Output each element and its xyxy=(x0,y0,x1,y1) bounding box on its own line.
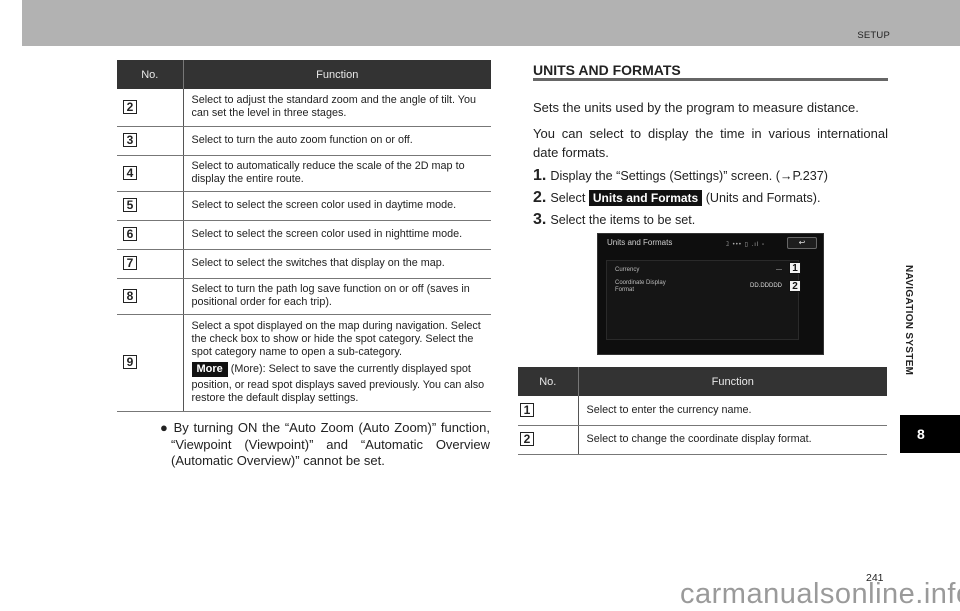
coordinate-format-value[interactable]: DD.DDDDD xyxy=(750,283,782,289)
function-text: Select to turn the path log save functio… xyxy=(183,278,491,315)
item-number: 4 xyxy=(123,165,137,180)
item-number: 1 xyxy=(520,402,534,417)
function-text: Select to select the screen color used i… xyxy=(183,220,491,250)
chapter-title-vertical: NAVIGATION SYSTEM xyxy=(898,265,918,405)
screen-title: Units and Formats xyxy=(607,238,673,247)
section-divider xyxy=(533,78,888,81)
table-row: 3 Select to turn the auto zoom function … xyxy=(117,126,491,156)
back-icon[interactable]: ↩ xyxy=(787,237,817,249)
table-row: 9 Select a spot displayed on the map dur… xyxy=(117,314,491,412)
header-function: Function xyxy=(183,60,491,89)
currency-label[interactable]: Currency xyxy=(615,267,639,274)
item-number: 6 xyxy=(123,227,137,241)
callout-2: 2 xyxy=(789,280,801,292)
header-bar: SETUP xyxy=(22,0,960,46)
function-table-right: No. Function 1 Select to enter the curre… xyxy=(518,367,887,455)
step-text: Display the “Settings (Settings)” screen… xyxy=(550,169,828,183)
step-2: 2. Select Units and Formats (Units and Fo… xyxy=(533,189,821,207)
currency-value[interactable]: --- xyxy=(776,267,782,273)
status-icons: ﾕ ••• ▯ .ıl ▫ xyxy=(726,242,766,248)
function-text: (More): Select to save the currently dis… xyxy=(191,363,485,404)
step-3: 3. Select the items to be set. xyxy=(533,211,695,229)
item-number: 5 xyxy=(123,198,137,212)
item-number: 7 xyxy=(123,256,137,270)
function-text: Select to change the coordinate display … xyxy=(578,425,887,455)
chapter-title: NAVIGATION SYSTEM xyxy=(903,265,914,376)
step-number: 1. xyxy=(533,167,547,184)
item-number: 3 xyxy=(123,133,137,147)
step-text: Select the items to be set. xyxy=(550,213,696,227)
table-row: 7 Select to select the switches that dis… xyxy=(117,249,491,279)
table-row: 1 Select to enter the currency name. xyxy=(518,396,887,426)
callout-1: 1 xyxy=(789,262,801,274)
section-title: UNITS AND FORMATS xyxy=(533,62,681,78)
function-text: Select to automatically reduce the scale… xyxy=(183,155,491,192)
table-header-row: No. Function xyxy=(117,60,491,89)
item-number: 8 xyxy=(123,288,137,303)
table-row: 5 Select to select the screen color used… xyxy=(117,191,491,221)
table-row: 6 Select to select the screen color used… xyxy=(117,220,491,250)
item-number: 2 xyxy=(520,432,534,446)
item-number: 9 xyxy=(123,355,137,369)
intro-paragraph: You can select to display the time in va… xyxy=(533,126,888,160)
units-and-formats-button[interactable]: Units and Formats xyxy=(588,190,703,206)
chapter-number: 8 xyxy=(917,426,925,442)
function-text: Select to enter the currency name. xyxy=(578,396,887,426)
function-table-left: No. Function 2 Select to adjust the stan… xyxy=(117,60,491,412)
step-number: 2. xyxy=(533,189,547,206)
units-and-formats-screen: Units and Formats ﾕ ••• ▯ .ıl ▫ ↩ Curren… xyxy=(597,233,824,355)
function-text: Select to turn the auto zoom function on… xyxy=(183,126,491,156)
chapter-tab[interactable]: 8 xyxy=(900,415,960,453)
table-row: 2 Select to change the coordinate displa… xyxy=(518,425,887,455)
watermark: carmanualsonline.info xyxy=(680,578,960,610)
note-bullet: ● By turning ON the “Auto Zoom (Auto Zoo… xyxy=(160,420,490,468)
item-number: 2 xyxy=(123,99,137,114)
coordinate-format-label[interactable]: Coordinate Display Format xyxy=(615,280,675,294)
function-text: Select to select the switches that displ… xyxy=(183,249,491,279)
step-text: Select xyxy=(550,191,589,205)
step-1: 1. Display the “Settings (Settings)” scre… xyxy=(533,167,828,185)
table-header-row: No. Function xyxy=(518,367,887,396)
header-function: Function xyxy=(578,367,887,396)
intro-paragraph: Sets the units used by the program to me… xyxy=(533,100,859,115)
table-row: 8 Select to turn the path log save funct… xyxy=(117,278,491,315)
more-button[interactable]: More xyxy=(191,362,228,377)
section-label: SETUP xyxy=(857,30,890,41)
function-text: Select a spot displayed on the map durin… xyxy=(191,320,481,358)
header-no: No. xyxy=(117,60,184,89)
settings-panel: Currency --- Coordinate Display Format D… xyxy=(606,260,799,340)
step-number: 3. xyxy=(533,211,547,228)
step-text: (Units and Formats). xyxy=(702,191,821,205)
table-row: 4 Select to automatically reduce the sca… xyxy=(117,155,491,192)
table-row: 2 Select to adjust the standard zoom and… xyxy=(117,89,491,127)
header-no: No. xyxy=(518,367,579,396)
function-text: Select to adjust the standard zoom and t… xyxy=(183,89,491,127)
function-text: Select to select the screen color used i… xyxy=(183,191,491,221)
